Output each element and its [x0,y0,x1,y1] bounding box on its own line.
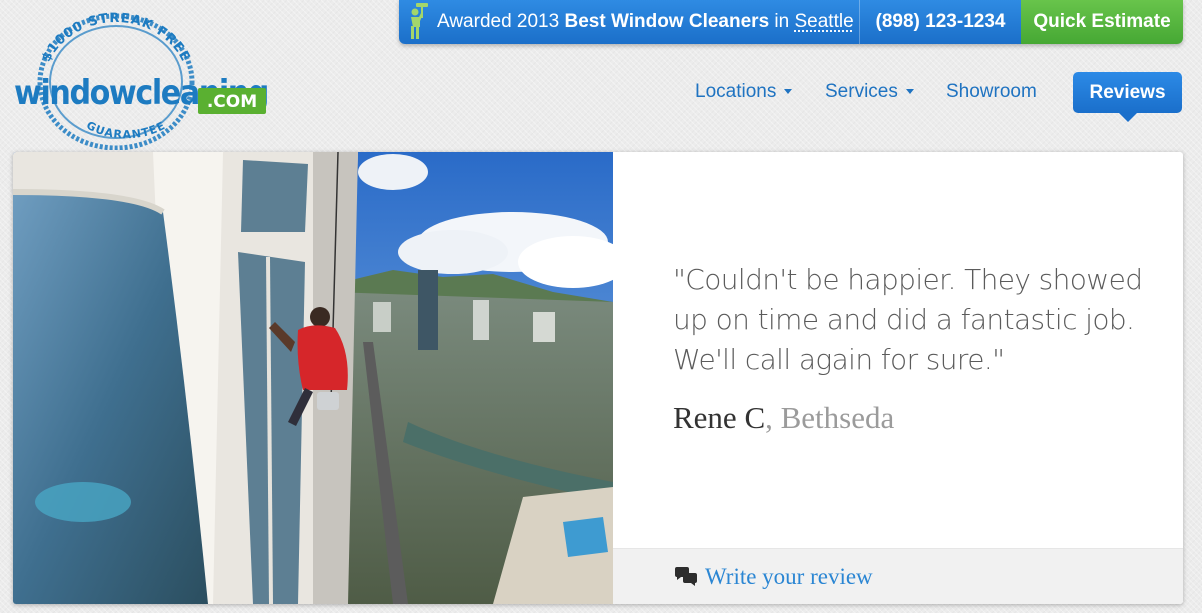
award-in: in [774,11,790,32]
reviewer-location: , Bethseda [765,400,895,435]
quick-estimate-button[interactable]: Quick Estimate [1021,0,1183,44]
window-cleaner-figure-icon [411,3,428,39]
nav-locations-label: Locations [695,81,777,102]
caret-down-icon [784,89,793,95]
speech-bubbles-icon [675,566,697,586]
caret-down-icon [905,89,914,95]
nav-services-label: Services [825,81,898,102]
top-bar: Awarded 2013 Best Window Cleaners in Sea… [399,0,1183,44]
review-footer: Write your review [613,548,1183,604]
award-prefix: Awarded 2013 [437,11,560,32]
nav-item-showroom[interactable]: Showroom [946,81,1037,103]
write-review-link[interactable]: Write your review [705,564,873,590]
award-title: Best Window Cleaners [564,11,770,32]
nav-item-locations[interactable]: Locations [695,81,793,103]
award-banner: Awarded 2013 Best Window Cleaners in Sea… [399,0,859,44]
logo-arc-top: $1000 STREAK FREE [39,11,192,65]
phone-number-link[interactable]: (898) 123-1234 [859,0,1021,44]
svg-text:$1000 STREAK FREE: $1000 STREAK FREE [39,11,193,65]
reviewer-name: Rene C [673,400,766,435]
review-card: "Couldn't be happier. They showed up on … [13,152,1183,604]
award-city-link[interactable]: Seattle [795,11,854,33]
reviewer-info: Rene C, Bethseda [673,400,894,436]
nav-item-services[interactable]: Services [825,81,914,103]
review-photo [13,152,613,604]
nav-item-reviews[interactable]: Reviews [1073,72,1182,122]
main-nav: Locations Services Showroom Reviews [0,72,1202,122]
review-quote: "Couldn't be happier. They showed up on … [673,263,1143,376]
